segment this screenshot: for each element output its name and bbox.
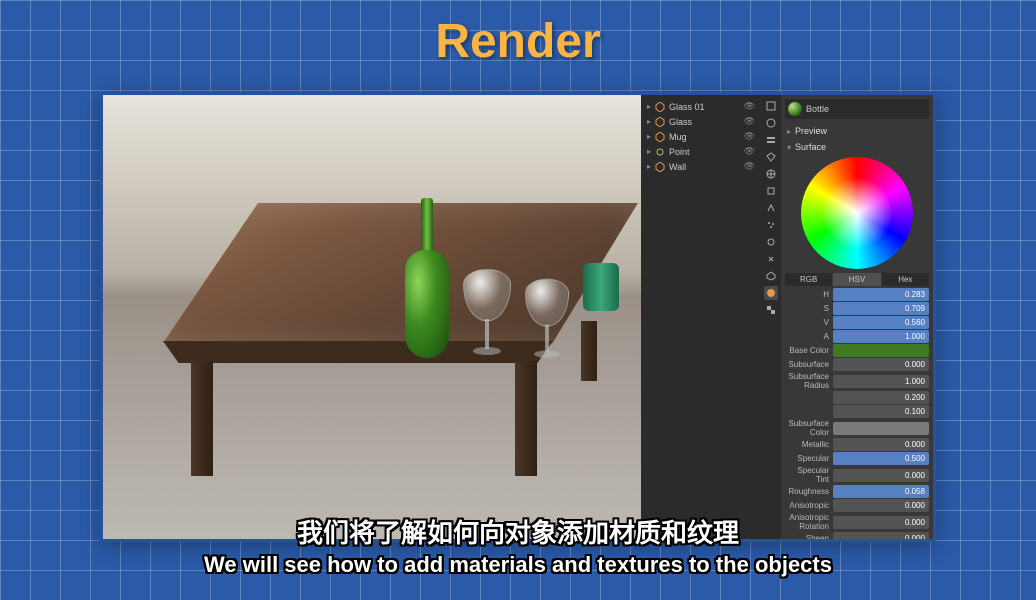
- section-preview[interactable]: ▸Preview: [785, 123, 929, 139]
- tab-texture[interactable]: [764, 303, 778, 317]
- light-icon: [655, 147, 665, 157]
- outliner-item-label: Point: [669, 147, 690, 157]
- param-value[interactable]: 0.000: [833, 358, 929, 371]
- param-value[interactable]: 0.100: [833, 405, 929, 418]
- visibility-icon[interactable]: 👁: [744, 116, 755, 127]
- visibility-icon[interactable]: 👁: [744, 146, 755, 157]
- param-value[interactable]: 1.000: [833, 375, 929, 388]
- expand-icon[interactable]: ▸: [647, 132, 651, 141]
- section-surface[interactable]: ▾Surface: [785, 139, 929, 155]
- param-value[interactable]: 0.200: [833, 391, 929, 404]
- visibility-icon[interactable]: 👁: [744, 161, 755, 172]
- tab-particle[interactable]: [764, 218, 778, 232]
- param-label: Base Color: [785, 346, 833, 355]
- tab-modifier[interactable]: [764, 201, 778, 215]
- outliner-item[interactable]: ▸ Glass 👁: [643, 114, 759, 129]
- mesh-icon: [655, 117, 665, 127]
- material-param[interactable]: Roughness0.058: [785, 485, 929, 498]
- subtitle-en: We will see how to add materials and tex…: [0, 552, 1036, 578]
- param-label: Anisotropic: [785, 501, 833, 510]
- param-label: Subsurface: [785, 360, 833, 369]
- color-swatch[interactable]: [833, 344, 929, 357]
- material-param[interactable]: Specular0.500: [785, 452, 929, 465]
- mesh-icon: [655, 162, 665, 172]
- tab-data[interactable]: [764, 269, 778, 283]
- material-param[interactable]: Base Color: [785, 344, 929, 357]
- scene-bottle[interactable]: [403, 198, 451, 358]
- param-label: Specular Tint: [785, 466, 833, 484]
- tab-output[interactable]: [764, 116, 778, 130]
- scene-wineglass: [463, 269, 511, 361]
- param-label: Roughness: [785, 487, 833, 496]
- outliner-item-label: Glass 01: [669, 102, 705, 112]
- param-value[interactable]: 0.000: [833, 438, 929, 451]
- slider-a[interactable]: A1.000: [785, 330, 929, 343]
- slider-s[interactable]: S0.709: [785, 302, 929, 315]
- material-preview-icon: [788, 102, 802, 116]
- expand-icon[interactable]: ▸: [647, 117, 651, 126]
- slider-v[interactable]: V0.560: [785, 316, 929, 329]
- color-wheel[interactable]: [801, 157, 913, 269]
- tab-render[interactable]: [764, 99, 778, 113]
- tab-viewlayer[interactable]: [764, 133, 778, 147]
- visibility-icon[interactable]: 👁: [744, 131, 755, 142]
- tab-rgb[interactable]: RGB: [785, 273, 832, 286]
- properties-panel: Bottle ▸Preview ▾Surface RGB HSV Hex H0.…: [761, 95, 933, 539]
- material-param[interactable]: Anisotropic0.000: [785, 499, 929, 512]
- param-label: Metallic: [785, 440, 833, 449]
- material-param[interactable]: Subsurface Color: [785, 419, 929, 437]
- tab-object[interactable]: [764, 184, 778, 198]
- expand-icon[interactable]: ▸: [647, 162, 651, 171]
- tab-world[interactable]: [764, 167, 778, 181]
- subtitle-cn: 我们将了解如何向对象添加材质和纹理: [0, 513, 1036, 550]
- tab-hsv[interactable]: HSV: [833, 273, 880, 286]
- tab-hex[interactable]: Hex: [882, 273, 929, 286]
- tab-scene[interactable]: [764, 150, 778, 164]
- material-param[interactable]: Subsurface0.000: [785, 358, 929, 371]
- scene-table: [163, 203, 638, 483]
- viewport-3d[interactable]: [103, 95, 641, 539]
- tab-physics[interactable]: [764, 235, 778, 249]
- param-value[interactable]: 0.000: [833, 469, 929, 482]
- page-title: Render: [0, 0, 1036, 69]
- outliner-item-label: Mug: [669, 132, 687, 142]
- outliner-item[interactable]: ▸ Glass 01 👁: [643, 99, 759, 114]
- outliner-panel[interactable]: ▸ Glass 01 👁 ▸ Glass 👁 ▸ Mug 👁 ▸ Point 👁…: [641, 95, 761, 539]
- mesh-icon: [655, 132, 665, 142]
- material-name[interactable]: Bottle: [806, 104, 829, 114]
- param-value[interactable]: 0.500: [833, 452, 929, 465]
- scene-mug: [583, 263, 619, 311]
- material-slot[interactable]: Bottle: [785, 99, 929, 119]
- material-param[interactable]: Subsurface Radius1.000: [785, 372, 929, 390]
- expand-icon[interactable]: ▸: [647, 147, 651, 156]
- material-param[interactable]: 0.100: [785, 405, 929, 418]
- param-label: Subsurface Color: [785, 419, 833, 437]
- properties-tabs: [761, 95, 781, 539]
- material-param[interactable]: 0.200: [785, 391, 929, 404]
- outliner-item[interactable]: ▸ Point 👁: [643, 144, 759, 159]
- tab-material[interactable]: [764, 286, 778, 300]
- tab-constraint[interactable]: [764, 252, 778, 266]
- app-window: ▸ Glass 01 👁 ▸ Glass 👁 ▸ Mug 👁 ▸ Point 👁…: [100, 92, 936, 542]
- outliner-item-label: Wall: [669, 162, 686, 172]
- slider-h[interactable]: H0.283: [785, 288, 929, 301]
- scene-wineglass: [525, 279, 569, 364]
- color-mode-tabs: RGB HSV Hex: [785, 273, 929, 286]
- subtitle: 我们将了解如何向对象添加材质和纹理 We will see how to add…: [0, 513, 1036, 578]
- param-label: Subsurface Radius: [785, 372, 833, 390]
- outliner-item[interactable]: ▸ Wall 👁: [643, 159, 759, 174]
- visibility-icon[interactable]: 👁: [744, 101, 755, 112]
- outliner-item[interactable]: ▸ Mug 👁: [643, 129, 759, 144]
- param-label: Specular: [785, 454, 833, 463]
- material-param[interactable]: Metallic0.000: [785, 438, 929, 451]
- param-value[interactable]: 0.000: [833, 499, 929, 512]
- expand-icon[interactable]: ▸: [647, 102, 651, 111]
- material-properties: Bottle ▸Preview ▾Surface RGB HSV Hex H0.…: [781, 95, 933, 539]
- mesh-icon: [655, 102, 665, 112]
- material-param[interactable]: Specular Tint0.000: [785, 466, 929, 484]
- color-swatch[interactable]: [833, 422, 929, 435]
- outliner-item-label: Glass: [669, 117, 692, 127]
- param-value[interactable]: 0.058: [833, 485, 929, 498]
